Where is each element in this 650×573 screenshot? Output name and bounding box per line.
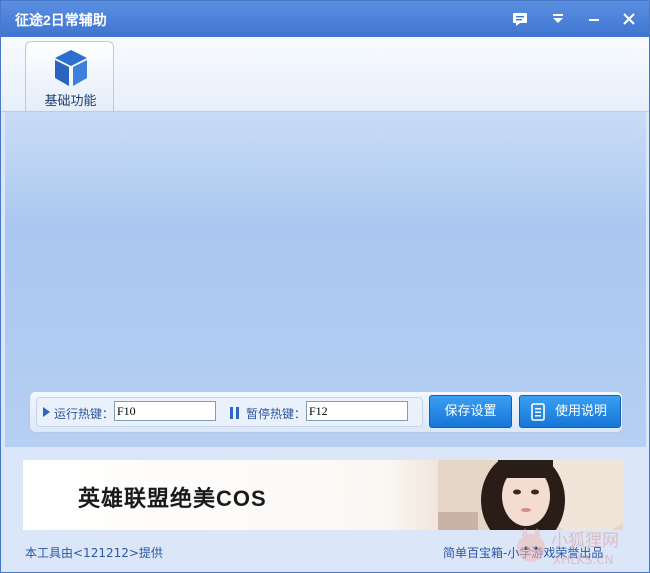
window-title: 征途2日常辅助	[15, 12, 107, 28]
save-settings-button[interactable]: 保存设置	[429, 395, 512, 428]
save-settings-label: 保存设置	[444, 404, 497, 419]
help-label: 使用说明	[554, 404, 607, 419]
run-hotkey-input[interactable]	[114, 401, 216, 421]
title-bar[interactable]: 征途2日常辅助	[1, 1, 649, 37]
app-window: 征途2日常辅助 基础功能 运行热键： F10 暂停热键： F12 保存设置 使用…	[0, 0, 650, 573]
watermark-text-line2: XHLKS.CN	[553, 553, 614, 567]
cube-icon	[55, 50, 87, 86]
pause-hotkey-label: 暂停热键：	[246, 407, 307, 421]
help-button[interactable]: 使用说明	[519, 395, 621, 428]
banner-text: 英雄联盟绝美COS	[78, 486, 267, 511]
pause-hotkey-input[interactable]	[306, 401, 408, 421]
tab-basic-functions[interactable]: 基础功能	[25, 41, 114, 111]
hotkey-bar: 运行热键： 暂停热键： 保存设置 使用说明	[29, 391, 623, 433]
banner-photo	[438, 460, 623, 530]
close-icon[interactable]	[618, 9, 640, 29]
pause-icon	[230, 407, 240, 419]
play-icon	[43, 407, 50, 417]
minimize-icon[interactable]	[583, 9, 605, 29]
dropdown-menu-icon[interactable]	[547, 9, 569, 29]
watermark-logo: 小狐狸网 XHLKS.CN	[517, 528, 619, 567]
tab-label: 基础功能	[44, 94, 97, 109]
watermark-text-line1: 小狐狸网	[551, 531, 619, 551]
footer-provider-text: 本工具由<121212>提供	[25, 546, 163, 560]
ad-banner[interactable]: 英雄联盟绝美COS	[23, 460, 623, 530]
hotkey-panel: 运行热键： 暂停热键：	[36, 397, 423, 427]
run-hotkey-label: 运行热键：	[54, 407, 115, 421]
manual-icon	[531, 403, 545, 421]
feedback-icon[interactable]	[509, 9, 531, 29]
tab-strip: 基础功能	[1, 37, 649, 112]
